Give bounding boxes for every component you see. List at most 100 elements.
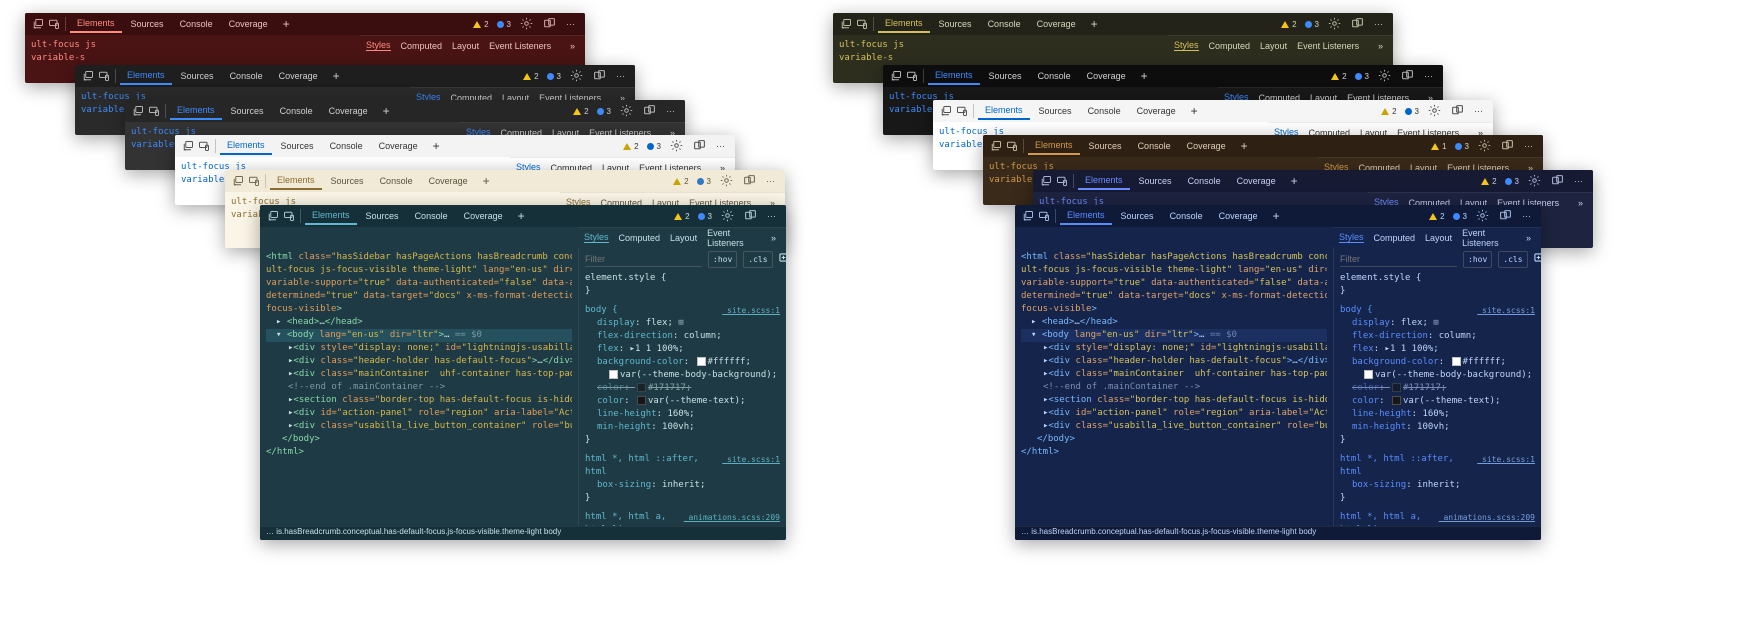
tab-sources[interactable]: Sources [174,68,221,84]
more-subtabs-icon[interactable]: » [566,41,579,51]
device-icon[interactable] [147,104,161,118]
tab-elements[interactable]: Elements [1028,137,1080,155]
tab-coverage[interactable]: Coverage [372,138,425,154]
tab-coverage[interactable]: Coverage [1030,16,1083,32]
tab-elements[interactable]: Elements [1078,172,1130,190]
style-rule[interactable]: _site.scss:1 body { display: flex; ⊞ fle… [1340,304,1535,447]
settings-icon[interactable] [1474,139,1495,154]
device-icon[interactable] [905,69,919,83]
add-tab-button[interactable]: + [477,174,496,188]
more-icon[interactable]: ⋯ [712,141,729,152]
tab-elements[interactable]: Elements [70,15,122,33]
more-subtabs-icon[interactable]: » [1574,198,1587,208]
tab-console[interactable]: Console [373,173,420,189]
source-link[interactable]: _site.scss:1 [722,453,780,466]
selected-node[interactable]: ▾ <body lang="en-us" dir="ltr">… == $0 [266,329,572,342]
info-badge[interactable]: 3 [494,20,514,29]
settings-icon[interactable] [1424,104,1445,119]
add-tab-button[interactable]: + [277,17,296,31]
tab-sources[interactable]: Sources [1132,173,1179,189]
device-icon[interactable] [197,139,211,153]
more-icon[interactable]: ⋯ [612,71,629,82]
settings-icon[interactable] [1472,209,1493,224]
info-badge[interactable]: 3 [544,72,564,81]
warnings-badge[interactable]: 2 [1478,177,1499,186]
add-tab-button[interactable]: + [427,139,446,153]
subtab-event-listeners[interactable]: Event Listeners [489,41,551,51]
source-link[interactable]: _site.scss:1 [1477,453,1535,466]
tab-sources[interactable]: Sources [359,208,406,224]
subtab-layout[interactable]: Layout [1260,41,1287,51]
elements-tree[interactable]: <html class="hasSidebar hasPageActions h… [260,247,578,526]
tab-elements[interactable]: Elements [270,172,322,190]
warnings-badge[interactable]: 1 [1428,142,1449,151]
dock-icon[interactable] [589,69,610,84]
tab-elements[interactable]: Elements [978,102,1030,120]
dock-icon[interactable] [740,209,761,224]
style-rule[interactable]: _site.scss:1 html *, html ::after, html … [1340,453,1535,505]
more-subtabs-icon[interactable]: » [1522,233,1535,243]
add-tab-button[interactable]: + [1185,104,1204,118]
cls-toggle[interactable]: .cls [1498,251,1527,268]
style-rule[interactable]: _animations.scss:209 html *, html a, htm… [1340,511,1535,526]
tab-sources[interactable]: Sources [224,103,271,119]
tab-elements[interactable]: Elements [120,67,172,85]
more-icon[interactable]: ⋯ [1570,176,1587,187]
breadcrumb[interactable]: … is.hasBreadcrumb.conceptual.has-defaul… [260,526,786,540]
dock-icon[interactable] [1497,139,1518,154]
tab-elements[interactable]: Elements [878,15,930,33]
device-icon[interactable] [855,17,869,31]
add-tab-button[interactable]: + [1267,209,1286,223]
dock-icon[interactable] [689,139,710,154]
tab-coverage[interactable]: Coverage [422,173,475,189]
warnings-badge[interactable]: 2 [1426,212,1447,221]
warnings-badge[interactable]: 2 [671,212,692,221]
elements-tree[interactable]: <html class="hasSidebar hasPageActions h… [1015,247,1333,526]
add-tab-button[interactable]: + [377,104,396,118]
device-icon[interactable] [97,69,111,83]
tab-coverage[interactable]: Coverage [222,16,275,32]
more-icon[interactable]: ⋯ [1470,106,1487,117]
hov-toggle[interactable]: :hov [708,251,737,268]
subtab-computed[interactable]: Computed [1374,233,1416,243]
more-icon[interactable]: ⋯ [1520,141,1537,152]
styles-pane[interactable]: :hov .cls AA element.style { } _site.scs… [578,247,786,526]
tab-elements[interactable]: Elements [1060,207,1112,225]
subtab-styles[interactable]: Styles [366,40,391,51]
more-subtabs-icon[interactable]: » [767,233,780,243]
tab-coverage[interactable]: Coverage [1180,138,1233,154]
inspect-icon[interactable] [266,209,280,223]
device-icon[interactable] [1037,209,1051,223]
tab-console[interactable]: Console [1081,103,1128,119]
device-icon[interactable] [247,174,261,188]
subtab-event-listeners[interactable]: Event Listeners [1462,228,1512,248]
warnings-badge[interactable]: 2 [570,107,591,116]
settings-icon[interactable] [1324,17,1345,32]
inspect-icon[interactable] [889,69,903,83]
settings-icon[interactable] [716,174,737,189]
source-link[interactable]: _site.scss:1 [1477,304,1535,317]
style-rule[interactable]: _site.scss:1 body { display: flex; ⊞ fle… [585,304,780,447]
settings-icon[interactable] [616,104,637,119]
style-rule[interactable]: element.style { } [1340,272,1535,298]
subtab-layout[interactable]: Layout [670,233,697,243]
tab-coverage[interactable]: Coverage [1080,68,1133,84]
styles-pane[interactable]: :hov .cls AA element.style { } _site.scs… [1333,247,1541,526]
tab-console[interactable]: Console [1131,138,1178,154]
styles-filter-input[interactable] [585,252,702,267]
breadcrumb[interactable]: … is.hasBreadcrumb.conceptual.has-defaul… [1015,526,1541,540]
tab-sources[interactable]: Sources [1114,208,1161,224]
add-tab-button[interactable]: + [1135,69,1154,83]
more-icon[interactable]: ⋯ [562,19,579,30]
more-icon[interactable]: ⋯ [763,211,780,222]
inspect-icon[interactable] [939,104,953,118]
styles-filter-input[interactable] [1340,252,1457,267]
warnings-badge[interactable]: 2 [1278,20,1299,29]
style-rule[interactable]: _site.scss:1 html *, html ::after, html … [585,453,780,505]
more-icon[interactable]: ⋯ [1420,71,1437,82]
info-badge[interactable]: 3 [1502,177,1522,186]
device-icon[interactable] [1005,139,1019,153]
inspect-icon[interactable] [989,139,1003,153]
info-badge[interactable]: 3 [594,107,614,116]
source-link[interactable]: _animations.scss:209 [684,511,780,524]
